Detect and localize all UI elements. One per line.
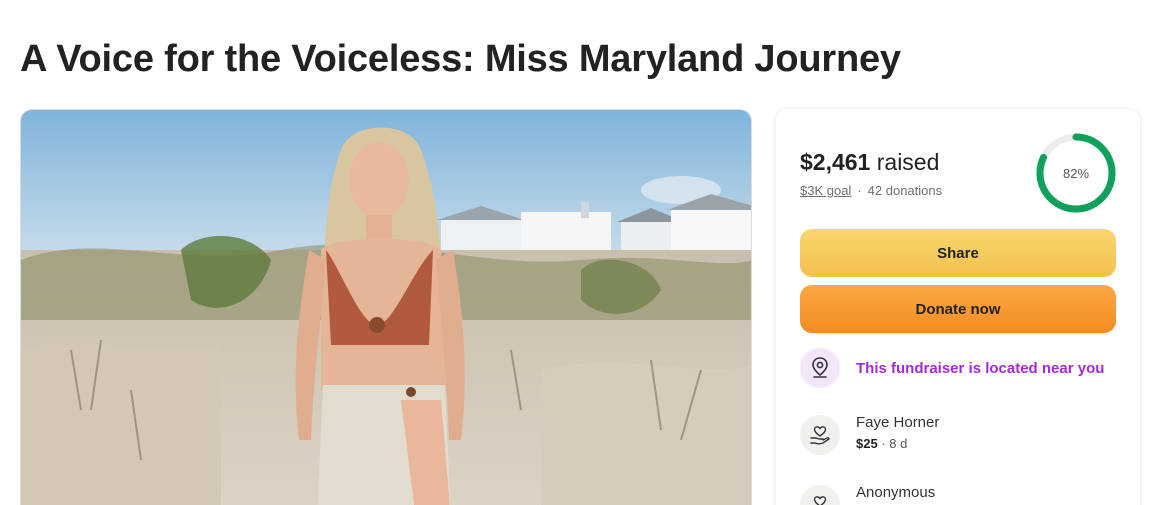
donation-card: $2,461 raised $3K goal · 42 donations 82% … xyxy=(776,109,1140,505)
donor-amount: $25 xyxy=(856,436,878,451)
location-notice-text: This fundraiser is located near you xyxy=(856,359,1105,377)
share-button[interactable]: Share xyxy=(800,229,1116,277)
page-title: A Voice for the Voiceless: Miss Maryland… xyxy=(20,38,901,80)
donate-now-button[interactable]: Donate now xyxy=(800,285,1116,333)
goal-meta: $3K goal · 42 donations xyxy=(800,183,942,198)
donor-item: Faye Horner $25 · 8 d xyxy=(800,413,939,455)
goal-link[interactable]: $3K goal xyxy=(800,183,851,198)
raised-amount: $2,461 xyxy=(800,149,871,175)
heart-hand-icon xyxy=(800,485,840,505)
donation-count: 42 donations xyxy=(867,183,943,198)
progress-percent: 82% xyxy=(1062,165,1090,181)
donor-name: Anonymous xyxy=(856,484,936,501)
donor-item: Anonymous xyxy=(800,483,935,505)
heart-hand-icon xyxy=(800,415,840,455)
donor-name: Faye Horner xyxy=(856,414,940,431)
campaign-photo xyxy=(20,109,752,505)
amount-raised: $2,461 raised xyxy=(800,149,939,176)
donor-amount-time: $25 · 8 d xyxy=(856,436,939,451)
donor-time: · 8 d xyxy=(881,436,908,451)
location-pin-icon xyxy=(800,348,840,388)
location-notice[interactable]: This fundraiser is located near you xyxy=(800,348,1104,388)
meta-separator: · xyxy=(857,183,862,198)
raised-suffix: raised xyxy=(876,149,940,175)
